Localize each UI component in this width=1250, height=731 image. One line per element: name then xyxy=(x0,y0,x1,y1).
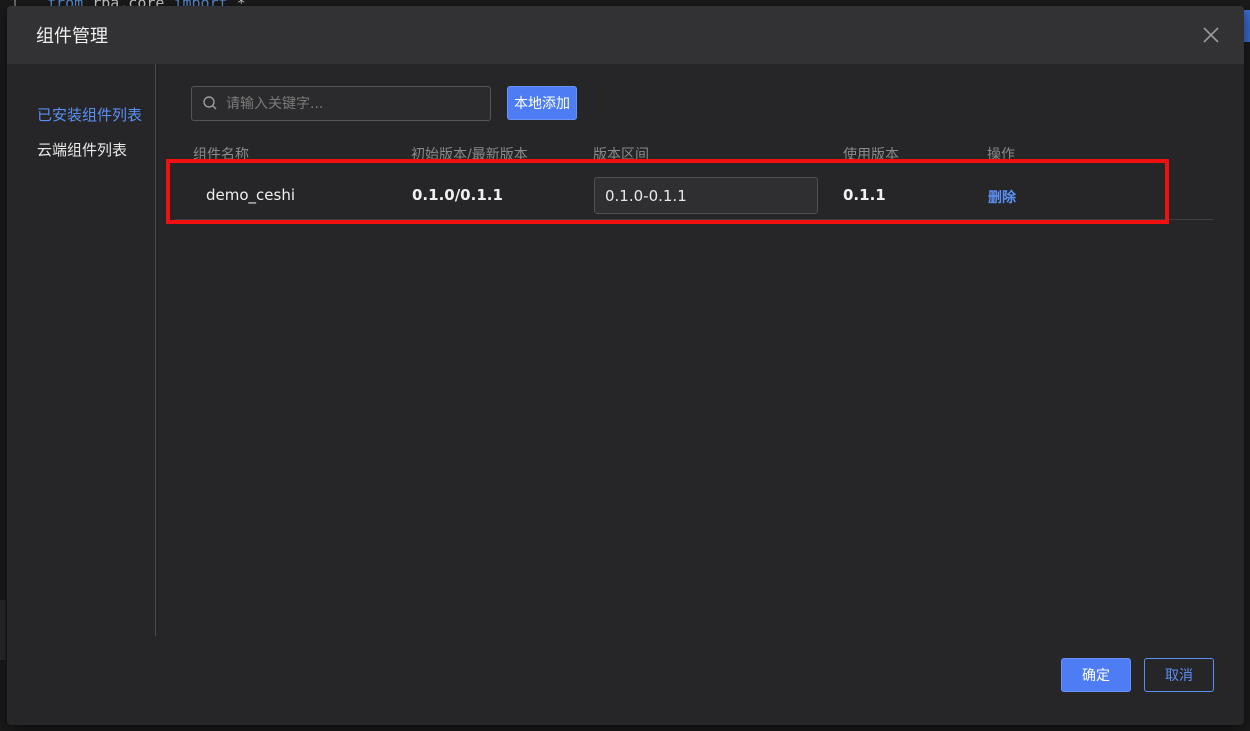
search-icon xyxy=(203,96,217,110)
sidebar-item-installed[interactable]: 已安装组件列表 xyxy=(37,104,142,125)
version-range-input[interactable] xyxy=(594,177,818,214)
search-input[interactable] xyxy=(226,87,484,120)
table-row: demo_ceshi 0.1.0/0.1.1 0.1.1 删除 xyxy=(175,172,1213,220)
used-version-cell: 0.1.1 xyxy=(843,186,886,204)
close-icon[interactable] xyxy=(1200,24,1222,46)
ok-button[interactable]: 确定 xyxy=(1061,658,1131,692)
column-header-action: 操作 xyxy=(987,147,1015,163)
column-header-range: 版本区间 xyxy=(593,147,649,163)
side-nav: 已安装组件列表 云端组件列表 xyxy=(7,64,156,636)
search-box xyxy=(191,86,491,121)
versions-cell: 0.1.0/0.1.1 xyxy=(412,186,503,204)
cancel-button[interactable]: 取消 xyxy=(1144,658,1214,692)
add-local-button[interactable]: 本地添加 xyxy=(507,86,577,120)
component-manager-dialog: 组件管理 已安装组件列表 云端组件列表 本地添加 组件名称 初始版本/最新版本 … xyxy=(7,6,1244,725)
sidebar-item-cloud[interactable]: 云端组件列表 xyxy=(37,139,127,160)
dialog-header: 组件管理 xyxy=(7,6,1244,64)
column-header-used-version: 使用版本 xyxy=(843,147,899,163)
background-left-strip xyxy=(0,600,6,660)
delete-link[interactable]: 删除 xyxy=(988,187,1016,207)
column-header-versions: 初始版本/最新版本 xyxy=(411,147,528,163)
dialog-title: 组件管理 xyxy=(36,26,108,47)
column-header-name: 组件名称 xyxy=(193,147,249,163)
component-name-cell: demo_ceshi xyxy=(206,186,296,204)
